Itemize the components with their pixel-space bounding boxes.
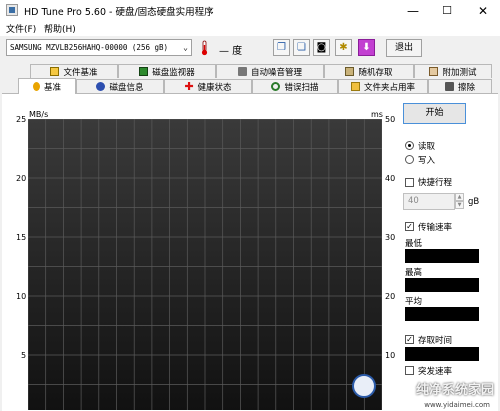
short-stroke-unit: gB	[468, 197, 480, 207]
trash-icon	[444, 82, 454, 91]
random-access-icon	[345, 67, 355, 76]
y-right-tick: 40	[385, 174, 396, 183]
copy-all-icon: ❏	[297, 42, 306, 53]
read-label: 读取	[418, 142, 436, 152]
tab-disk-info[interactable]: 磁盘信息	[76, 79, 164, 93]
copy-text-button[interactable]: ❐	[273, 39, 290, 56]
tab-benchmark[interactable]: 基准	[18, 78, 76, 94]
read-radio[interactable]	[405, 141, 414, 150]
avg-value-box	[405, 307, 479, 321]
tab-error-scan[interactable]: 错误扫描	[252, 79, 338, 93]
write-label: 写入	[418, 156, 436, 166]
short-stroke-label: 快捷行程	[418, 178, 453, 188]
y-left-tick: 10	[16, 292, 27, 301]
tab-extra-tests[interactable]: 附加测试	[414, 64, 492, 78]
exit-button[interactable]: 退出	[386, 39, 422, 57]
burst-rate-label: 突发速率	[418, 367, 453, 377]
benchmark-icon	[32, 82, 40, 91]
y-right-tick: 20	[385, 292, 396, 301]
copy-icon: ❐	[277, 42, 286, 53]
access-time-checkbox[interactable]: ✓	[405, 335, 414, 344]
avg-label: 平均	[405, 297, 423, 307]
file-icon	[50, 67, 60, 76]
window-title: HD Tune Pro 5.60 - 硬盘/固态硬盘实用程序	[24, 7, 214, 18]
monitor-icon	[139, 67, 149, 76]
access-time-label: 存取时间	[418, 336, 453, 346]
min-label: 最低	[405, 239, 423, 249]
transfer-rate-label: 传输速率	[418, 223, 453, 233]
magnifier-icon	[271, 82, 281, 91]
extra-tests-icon	[429, 67, 439, 76]
benchmark-chart	[28, 119, 382, 410]
toolbar: SAMSUNG MZVLB256HAHQ-00000 (256 gB) ⌄ — …	[0, 36, 500, 62]
y-left-tick: 5	[21, 351, 27, 360]
y-right-tick: 30	[385, 233, 396, 242]
tab-health[interactable]: ✚ 健康状态	[164, 79, 252, 93]
min-value-box	[405, 249, 479, 263]
watermark-url: www.yidaimei.com	[424, 401, 490, 409]
tab-disk-monitor[interactable]: 磁盘监视器	[118, 64, 216, 78]
y-left-unit: MB/s	[29, 110, 49, 119]
y-right-tick: 50	[385, 115, 396, 124]
spin-up-button[interactable]: ▲	[455, 193, 464, 201]
tab-folder-usage[interactable]: 文件夹占用率	[338, 79, 428, 93]
maximize-button[interactable]: ☐	[430, 0, 464, 21]
short-stroke-input[interactable]: 40	[403, 193, 455, 210]
y-left-tick: 15	[16, 233, 27, 242]
watermark-logo	[352, 374, 376, 398]
spin-down-button[interactable]: ▼	[455, 201, 464, 209]
watermark-text: 纯净系统家园	[415, 383, 494, 398]
menu-file[interactable]: 文件(F)	[6, 22, 36, 35]
copy-all-button[interactable]: ❏	[293, 39, 310, 56]
transfer-rate-checkbox[interactable]: ✓	[405, 222, 414, 231]
start-button[interactable]: 开始	[403, 103, 466, 124]
y-right-unit: ms	[371, 110, 383, 119]
menu-help[interactable]: 帮助(H)	[44, 22, 76, 35]
menu-bar: 文件(F) 帮助(H)	[0, 21, 500, 36]
tab-aam[interactable]: 自动噪音管理	[216, 64, 324, 78]
tab-erase[interactable]: 擦除	[428, 79, 492, 93]
thermometer-icon	[201, 40, 208, 56]
short-stroke-checkbox[interactable]	[405, 178, 414, 187]
folder-icon	[350, 82, 360, 91]
screenshot-button[interactable]: ◙	[313, 39, 330, 56]
drive-select-value: SAMSUNG MZVLB256HAHQ-00000 (256 gB)	[10, 43, 169, 52]
write-radio[interactable]	[405, 155, 414, 164]
max-value-box	[405, 278, 479, 292]
tab-random-access[interactable]: 随机存取	[324, 64, 414, 78]
chart-grid	[28, 119, 382, 410]
temperature-value: — 度	[219, 46, 243, 57]
chevron-down-icon: ⌄	[183, 43, 188, 52]
minimize-button[interactable]: —	[396, 0, 430, 21]
drive-select[interactable]: SAMSUNG MZVLB256HAHQ-00000 (256 gB) ⌄	[6, 39, 192, 56]
burst-rate-checkbox[interactable]	[405, 366, 414, 375]
speaker-icon	[237, 67, 247, 76]
camera-icon: ◙	[316, 42, 327, 53]
options-button[interactable]: ✱	[335, 39, 352, 56]
tab-file-benchmark[interactable]: 文件基准	[30, 64, 118, 78]
y-left-tick: 25	[16, 115, 27, 124]
y-left-tick: 20	[16, 174, 27, 183]
info-icon	[96, 82, 106, 91]
close-button[interactable]: ✕	[466, 0, 500, 21]
save-button[interactable]: ⬇	[358, 39, 375, 56]
title-bar: HD Tune Pro 5.60 - 硬盘/固态硬盘实用程序 — ☐ ✕	[0, 0, 500, 21]
health-cross-icon: ✚	[184, 80, 194, 93]
wrench-icon: ✱	[339, 42, 348, 53]
y-right-tick: 10	[385, 351, 396, 360]
arrow-down-icon: ⬇	[362, 42, 371, 53]
access-time-value-box	[405, 347, 479, 361]
app-icon	[6, 4, 18, 16]
max-label: 最高	[405, 268, 423, 278]
